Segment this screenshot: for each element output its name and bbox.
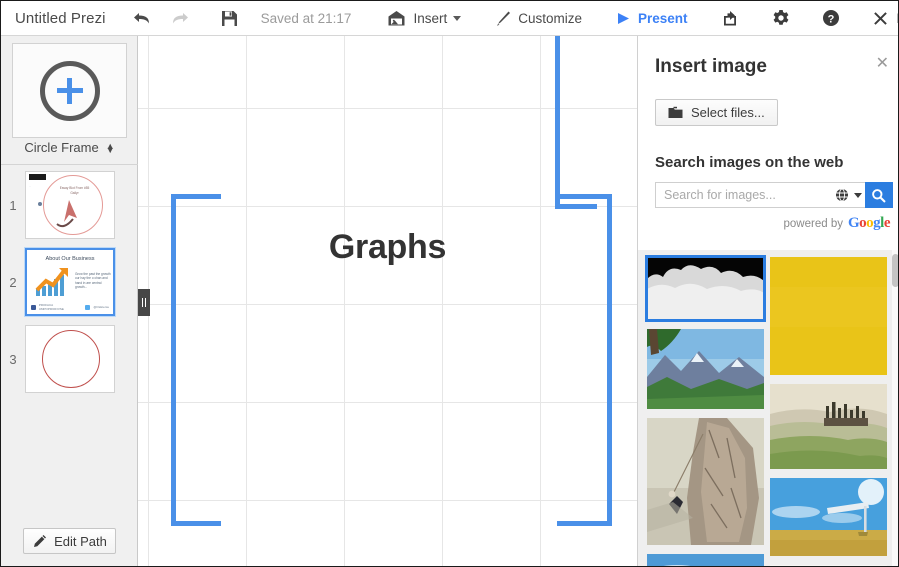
slide2-body: Grow the past the growth our hay the o c… [75,272,111,290]
canvas-collapse-handle[interactable] [138,289,150,316]
play-triangle-icon [616,10,631,27]
edit-path-button[interactable]: Edit Path [23,528,116,554]
image-result-clouds-black-sky[interactable] [645,255,766,322]
frame-type-selector[interactable]: Circle Frame ▲ ▼ [1,140,138,155]
up-down-arrows-icon: ▲ ▼ [105,140,115,155]
present-button[interactable]: Present [607,1,697,36]
share-export-icon [722,10,740,27]
results-scrollbar-thumb[interactable] [892,254,898,287]
search-submit-button[interactable] [864,182,893,208]
twitter-icon [84,304,91,310]
slide-thumbnail-1[interactable]: 1 .. Essay Blot From #55 Gallyr [1,171,138,239]
undo-button[interactable] [124,1,161,36]
edit-path-label: Edit Path [54,533,107,549]
magnifier-icon [871,188,886,203]
globe-icon [835,188,849,202]
pencil-icon [32,534,47,549]
frame-bracket-bottom-left[interactable] [171,521,221,526]
customize-button[interactable]: Customize [484,1,591,36]
canvas-title-text[interactable]: Graphs [138,228,637,267]
saved-status-label: Saved at 21:17 [260,10,352,26]
question-mark-icon: ? [822,9,840,27]
undo-arrow-icon [133,10,152,27]
frame-stem-horizontal[interactable] [555,204,597,209]
sidebar-divider [1,164,138,165]
document-title[interactable]: Untitled Prezi [15,10,106,27]
slide-number: 2 [9,274,17,290]
share-button[interactable] [713,1,749,36]
slide-thumbnail-2[interactable]: 2 About Our Business Grow the past the g… [1,248,138,316]
redo-arrow-icon [170,10,189,27]
top-toolbar: Untitled Prezi Saved at 21:17 Insert Cus… [1,1,898,36]
slide-preview [25,325,115,393]
google-logo: Google [847,215,891,231]
chevron-down-icon [453,15,462,21]
results-column-right [770,257,887,566]
x-close-icon [872,10,889,27]
powered-by-google: powered by Google [783,215,891,232]
insert-image-panel: Insert image ✕ Select files... Search im… [637,36,898,566]
svg-text:?: ? [827,13,834,25]
frame-bracket-top-left[interactable] [171,194,221,199]
save-button[interactable] [212,1,247,36]
editor-canvas[interactable]: Graphs [138,36,637,566]
select-files-label: Select files... [691,105,765,120]
insert-image-icon [387,10,406,27]
slide2-title: About Our Business [45,256,95,262]
exit-button[interactable]: Exit [863,1,898,36]
image-search-row [655,182,893,208]
select-files-button[interactable]: Select files... [655,99,778,126]
slide2-footer-twitter: @Oslicerce [93,305,109,309]
results-column-left [645,255,766,566]
folder-icon [668,106,683,119]
frame-stem-vertical[interactable] [555,36,560,207]
slide-number: 1 [9,197,17,213]
slide-thumbnail-3[interactable]: 3 [1,325,138,393]
slide-number: 3 [9,351,17,367]
search-language-selector[interactable] [833,182,865,208]
image-result-blue-sky-field[interactable] [647,554,764,566]
slide-preview: About Our Business Grow the past the gro… [25,248,115,316]
results-scroll-track [892,250,898,566]
facebook-icon [31,304,36,310]
saved-status: Saved at 21:17 [247,1,361,36]
image-result-rock-climber-cliff[interactable] [647,418,764,545]
help-button[interactable]: ? [813,1,849,36]
image-result-streetlight-wheat-field[interactable] [770,478,887,556]
left-sidebar: Circle Frame ▲ ▼ 1 .. Essay Blot From #55… [1,36,138,566]
image-result-yellow-solid-texture[interactable] [770,257,887,375]
customize-label: Customize [518,10,582,26]
image-results-grid[interactable] [638,250,898,566]
frame-bracket-bottom-right[interactable] [557,521,612,526]
search-input[interactable] [655,182,833,208]
brush-icon [493,10,511,27]
circle-frame-plus-icon [39,60,100,121]
pause-bars-handle-icon [141,298,147,307]
chevron-down-icon [854,192,863,198]
panel-title: Insert image [655,56,767,77]
insert-menu-button[interactable]: Insert [378,1,470,36]
floppy-disk-icon [221,10,238,27]
insert-menu-label: Insert [413,10,448,26]
gear-icon [772,9,790,27]
image-result-mountain-forest-lake[interactable] [647,329,764,409]
slide2-footer-facebook: PROFACA UMPOPIROFIVSE [38,303,64,311]
redo-button[interactable] [161,1,198,36]
powered-by-label: powered by [783,217,843,230]
prezi-editor-window: Untitled Prezi Saved at 21:17 Insert Cus… [0,0,899,567]
search-heading: Search images on the web [655,154,844,171]
slide-preview: .. Essay Blot From #55 Gallyr [25,171,115,239]
x-close-icon[interactable]: ✕ [876,56,889,72]
circle-frame-tool[interactable] [12,43,127,138]
settings-button[interactable] [763,1,799,36]
frame-bracket-top-right[interactable] [557,194,612,199]
image-result-tuscany-hills-village[interactable] [770,384,887,469]
frame-type-label: Circle Frame [24,140,99,155]
present-label: Present [637,10,688,26]
